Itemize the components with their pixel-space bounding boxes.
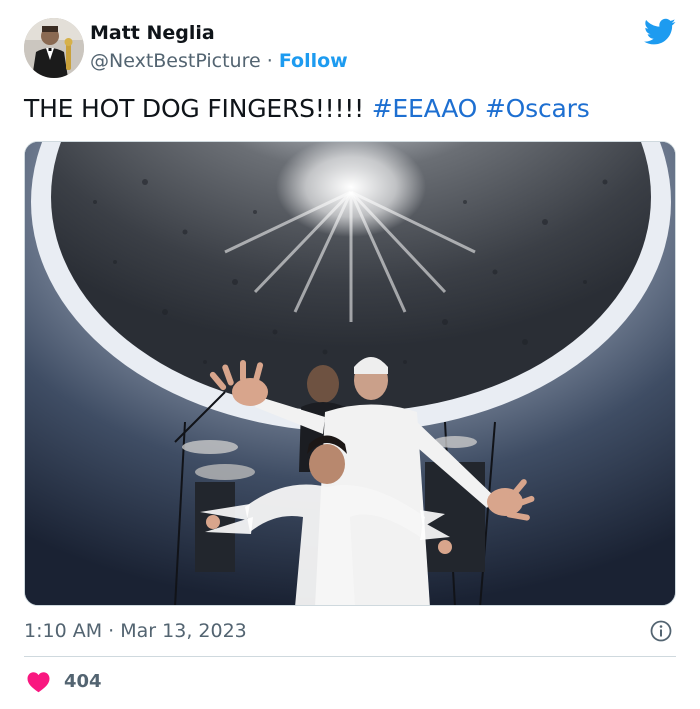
hashtag-eeaao[interactable]: #EEAAO bbox=[372, 94, 478, 123]
tweet-text: THE HOT DOG FINGERS!!!!! #EEAAO #Oscars bbox=[24, 94, 590, 123]
timestamp[interactable]: 1:10 AM · Mar 13, 2023 bbox=[24, 620, 247, 642]
hashtag-oscars[interactable]: #Oscars bbox=[485, 94, 590, 123]
tweet-time: 1:10 AM bbox=[24, 620, 103, 642]
tweet-media[interactable] bbox=[24, 141, 676, 606]
heart-icon[interactable] bbox=[26, 671, 51, 693]
info-icon[interactable] bbox=[650, 620, 672, 642]
like-count[interactable]: 404 bbox=[64, 671, 102, 692]
handle-line: @NextBestPicture · Follow bbox=[90, 50, 348, 72]
follow-button[interactable]: Follow bbox=[279, 50, 348, 72]
user-handle[interactable]: @NextBestPicture bbox=[90, 50, 261, 72]
divider bbox=[24, 656, 676, 657]
stage-photo bbox=[25, 142, 675, 605]
avatar-image bbox=[24, 18, 84, 78]
handle-separator: · bbox=[266, 50, 273, 72]
avatar[interactable] bbox=[24, 18, 84, 78]
twitter-bird-icon[interactable] bbox=[644, 18, 676, 46]
display-name[interactable]: Matt Neglia bbox=[90, 22, 215, 44]
tweet-body: THE HOT DOG FINGERS!!!!! bbox=[24, 94, 364, 123]
time-separator: · bbox=[108, 620, 115, 642]
tweet-date: Mar 13, 2023 bbox=[120, 620, 247, 642]
